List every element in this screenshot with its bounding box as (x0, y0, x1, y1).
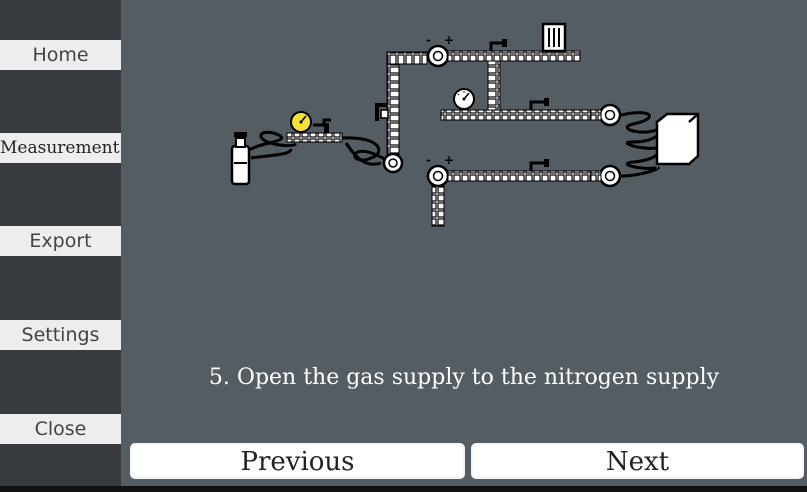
sidebar-item-measurement[interactable]: Measurement (0, 133, 121, 163)
instruction-text: 5. Open the gas supply to the nitrogen s… (208, 365, 720, 390)
pressure-gauge-icon (290, 111, 312, 133)
previous-button[interactable]: Previous (130, 443, 465, 479)
gas-flow-diagram: - + - + (230, 22, 700, 227)
sidebar-item-export[interactable]: Export (0, 226, 121, 256)
chamber-icon (655, 112, 700, 166)
bottom-bar (0, 486, 807, 492)
next-button[interactable]: Next (471, 443, 804, 479)
polarity-plus: + (444, 153, 454, 167)
sidebar: Home Measurement Export Settings Close (0, 0, 121, 486)
pressure-gauge-icon (453, 88, 475, 110)
valve-handle (375, 103, 389, 121)
sidebar-item-home[interactable]: Home (0, 40, 121, 70)
polarity-minus: - (426, 33, 431, 47)
sidebar-item-close[interactable]: Close (0, 414, 121, 444)
polarity-plus: + (444, 33, 454, 47)
polarity-minus: - (426, 153, 431, 167)
main-panel: - + - + 5. Open the gas supply to the ni… (121, 0, 807, 486)
filter-icon (541, 22, 567, 53)
gas-cylinder-icon (230, 132, 251, 186)
sidebar-item-settings[interactable]: Settings (0, 320, 121, 350)
